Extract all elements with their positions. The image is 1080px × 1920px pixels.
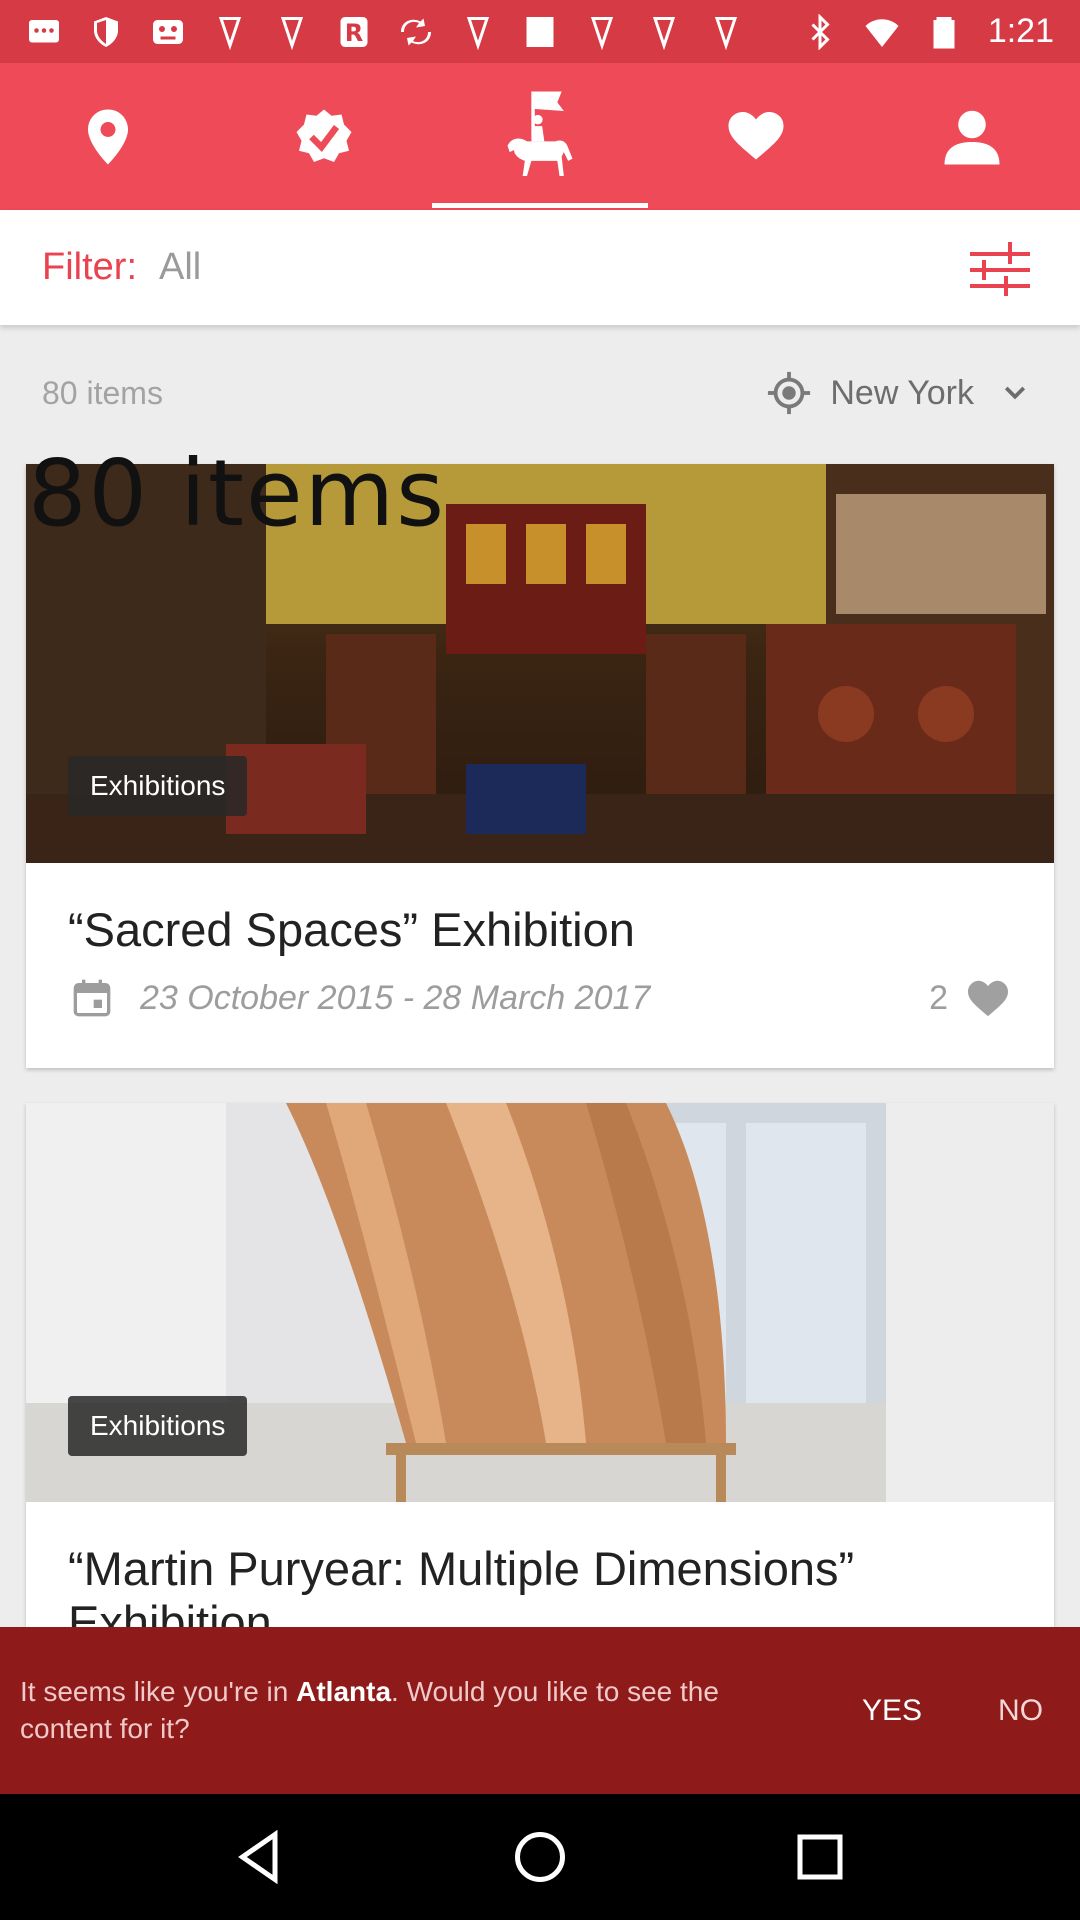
category-badge: Exhibitions bbox=[68, 756, 248, 816]
square-icon bbox=[522, 14, 558, 50]
spinner-icon bbox=[398, 14, 434, 50]
game-icon bbox=[150, 14, 186, 50]
svg-text:R: R bbox=[345, 19, 363, 47]
tab-favorites[interactable] bbox=[648, 63, 864, 210]
items-count: 80 items bbox=[42, 374, 163, 411]
calendar-icon bbox=[73, 979, 111, 1017]
location-suggestion-snackbar: It seems like you're in Atlanta. Would y… bbox=[0, 1627, 1080, 1794]
filter-value[interactable]: All bbox=[159, 246, 201, 289]
status-clock: 1:21 bbox=[987, 12, 1054, 50]
filter-bar[interactable]: Filter: All bbox=[0, 210, 1080, 325]
location-selector[interactable]: New York bbox=[766, 370, 1030, 416]
verified-badge-icon bbox=[296, 109, 352, 162]
no-button[interactable]: NO bbox=[998, 1694, 1043, 1728]
heart-icon[interactable] bbox=[966, 978, 1010, 1018]
card-meta-row: 23 October 2015 - 28 March 2017 2 bbox=[72, 977, 1054, 1019]
exhibition-card[interactable]: Exhibitions “Sacred Spaces” Exhibition 2… bbox=[26, 464, 1054, 1068]
location-pin-icon bbox=[212, 14, 248, 50]
location-pin-icon bbox=[88, 109, 128, 164]
home-circle-icon bbox=[515, 1832, 565, 1882]
tab-nearby[interactable] bbox=[0, 63, 216, 210]
category-badge: Exhibitions bbox=[68, 1396, 248, 1456]
heart-icon bbox=[728, 111, 784, 159]
person-icon bbox=[944, 110, 1000, 164]
back-button[interactable] bbox=[225, 1822, 295, 1892]
location-pin-icon bbox=[274, 14, 310, 50]
location-pin-icon bbox=[646, 14, 682, 50]
filter-label: Filter: bbox=[42, 246, 137, 288]
location-pin-icon bbox=[460, 14, 496, 50]
prompt-text-before: It seems like you're in bbox=[20, 1676, 297, 1708]
recents-button[interactable] bbox=[785, 1822, 855, 1892]
message-icon bbox=[26, 14, 62, 50]
exhibition-card[interactable]: Exhibitions “Martin Puryear: Multiple Di… bbox=[26, 1103, 1054, 1663]
list-meta-row: 80 items New York bbox=[0, 360, 1080, 426]
overlay-items-count: 80 items bbox=[28, 440, 447, 547]
home-button[interactable] bbox=[505, 1822, 575, 1892]
my-location-icon bbox=[768, 371, 811, 415]
card-date: 23 October 2015 - 28 March 2017 bbox=[140, 978, 651, 1017]
bluetooth-icon bbox=[802, 13, 838, 50]
likes[interactable]: 2 bbox=[929, 978, 1010, 1018]
card-title: “Sacred Spaces” Exhibition bbox=[68, 903, 635, 956]
location-name: New York bbox=[830, 373, 974, 412]
location-pin-icon bbox=[708, 14, 744, 50]
tab-checked[interactable] bbox=[216, 63, 432, 210]
wifi-icon bbox=[864, 14, 900, 50]
status-bar: R 1:21 bbox=[0, 0, 1080, 63]
tab-profile[interactable] bbox=[864, 63, 1080, 210]
yes-button[interactable]: YES bbox=[862, 1694, 922, 1728]
battery-icon bbox=[926, 14, 962, 50]
r-app-icon: R bbox=[336, 14, 372, 50]
back-triangle-icon bbox=[238, 1829, 278, 1885]
prompt-city: Atlanta bbox=[296, 1676, 392, 1708]
location-pin-icon bbox=[584, 14, 620, 50]
tab-home[interactable] bbox=[432, 63, 648, 210]
recents-square-icon bbox=[797, 1834, 843, 1880]
prompt-message: It seems like you're in Atlanta. Would y… bbox=[20, 1674, 810, 1747]
exhibition-image: Exhibitions bbox=[26, 1103, 1054, 1502]
horse-rider-logo-icon bbox=[507, 91, 573, 176]
chevron-down-icon bbox=[1004, 386, 1026, 400]
like-count: 2 bbox=[929, 978, 948, 1017]
top-tab-bar bbox=[0, 63, 1080, 210]
tune-sliders-icon[interactable] bbox=[970, 240, 1030, 296]
system-nav-bar bbox=[0, 1794, 1080, 1920]
shield-icon bbox=[88, 14, 124, 50]
